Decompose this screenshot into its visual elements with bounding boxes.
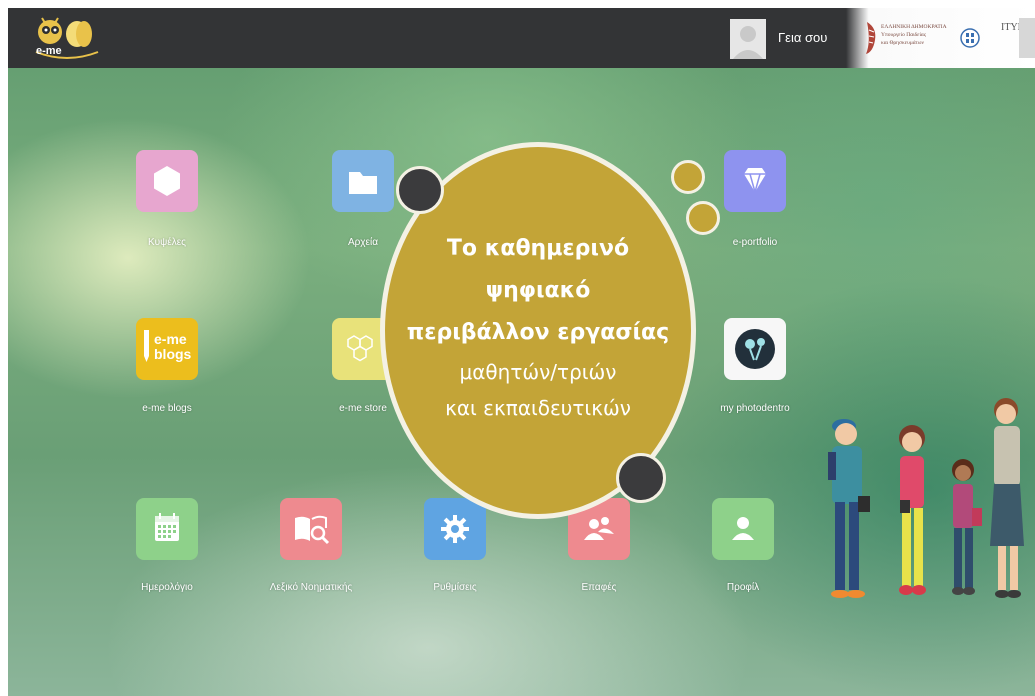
greek-emblem-icon [960, 28, 980, 48]
hero-line-3: περιβάλλον εργασίας [406, 320, 670, 345]
girl-figure-1 [899, 425, 926, 595]
app-label-imerologio[interactable]: Ημερολόγιο [102, 582, 232, 593]
pencil-icon [144, 330, 149, 356]
app-label-lexiko-noimatikis[interactable]: Λεξικό Νοηματικής [246, 582, 376, 593]
app-label-epafes[interactable]: Επαφές [534, 582, 664, 593]
decor-gold-circle-2 [686, 201, 720, 235]
blogs-tile-text: e-me blogs [154, 331, 192, 362]
app-tile-lexiko-noimatikis[interactable] [280, 498, 342, 560]
background-frame: e-me Γεια σου ΕΛΛΗΝΙΚΗ ΔΗΜΟΚΡΑΤΙΑ Υπουργ… [8, 8, 1035, 696]
user-greeting[interactable]: Γεια σου [778, 30, 827, 45]
people-illustration [814, 396, 1029, 611]
app-label-my-photodentro[interactable]: my photodentro [690, 403, 820, 414]
app-label-e-portfolio[interactable]: e-portfolio [690, 237, 820, 248]
hero-line-2: ψηφιακό [485, 278, 591, 303]
app-label-rythmiseis[interactable]: Ρυθμίσεις [390, 582, 520, 593]
app-tile-profil[interactable] [712, 498, 774, 560]
hero-line-5: και εκπαιδευτικών [445, 396, 631, 420]
girl-figure-2 [952, 459, 982, 595]
app-tile-e-me-blogs[interactable]: e-me blogs [136, 318, 198, 380]
app-tile-kypseles[interactable] [136, 150, 198, 212]
ministry-text: ΕΛΛΗΝΙΚΗ ΔΗΜΟΚΡΑΤΙΑ Υπουργείο Παιδείας κ… [881, 24, 947, 46]
decor-dark-circle-top [396, 166, 444, 214]
app-label-e-me-blogs[interactable]: e-me blogs [102, 403, 232, 414]
app-tile-rythmiseis[interactable] [424, 498, 486, 560]
hero-line-1: Το καθημερινό [446, 236, 630, 261]
itye-logo-image [1019, 18, 1035, 58]
app-label-profil[interactable]: Προφίλ [678, 582, 808, 593]
calendar-icon [155, 513, 179, 541]
photodentro-icon [735, 329, 775, 369]
logo-text: e-me [36, 45, 62, 57]
app-tile-e-portfolio[interactable] [724, 150, 786, 212]
decor-dark-circle-bottom [616, 453, 666, 503]
app-tile-arxeia[interactable] [332, 150, 394, 212]
hero-line-4: μαθητών/τριών [459, 360, 617, 384]
app-tile-imerologio[interactable] [136, 498, 198, 560]
top-bar: e-me Γεια σου ΕΛΛΗΝΙΚΗ ΔΗΜΟΚΡΑΤΙΑ Υπουργ… [8, 8, 1035, 68]
teacher-figure [990, 398, 1024, 598]
boy-figure [828, 419, 870, 598]
decor-gold-circle-1 [671, 160, 705, 194]
app-label-kypseles[interactable]: Κυψέλες [102, 237, 232, 248]
app-tile-my-photodentro[interactable] [724, 318, 786, 380]
user-avatar[interactable] [730, 19, 766, 59]
ministry-owl-icon [863, 20, 879, 56]
